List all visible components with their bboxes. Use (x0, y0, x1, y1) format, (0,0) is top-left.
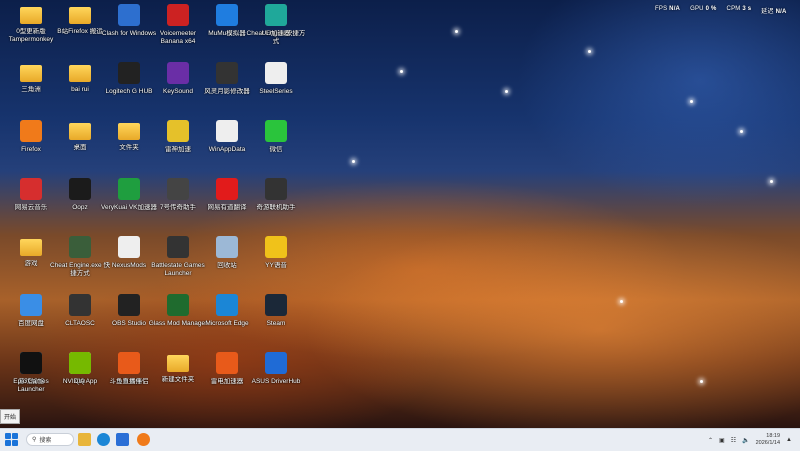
file-icon (216, 120, 238, 142)
desktop-icon[interactable]: Steam (245, 292, 307, 350)
taskbar-search-box[interactable]: ⚲ 搜索 (26, 433, 74, 446)
nvidia-icon (69, 352, 91, 374)
desktop-icon[interactable]: B站Firefox 搬运 (49, 2, 111, 60)
leidian-icon (216, 352, 238, 374)
asus-icon (265, 352, 287, 374)
desktop-icon[interactable]: SteelSeries (245, 60, 307, 118)
fps-readout: FPS N/A (655, 6, 681, 12)
search-placeholder: 搜索 (39, 438, 52, 444)
baidu-netdisk-icon (20, 294, 42, 316)
desktop-icon[interactable]: UU加速器 (245, 2, 307, 60)
obs-icon (118, 294, 140, 316)
desktop-icon-label: YY语音 (265, 262, 287, 269)
desktop-icon[interactable]: YY语音 (245, 234, 307, 292)
start-tooltip: 开始 (0, 409, 21, 424)
recycle-bin-icon (216, 236, 238, 258)
file-explorer-icon[interactable] (78, 433, 91, 446)
folder-icon (20, 7, 42, 24)
desktop-icon[interactable]: 斗鱼直播伴侣 (98, 350, 160, 408)
folder-icon (167, 355, 189, 372)
gmm-icon (167, 294, 189, 316)
youdao-icon (216, 178, 238, 200)
desktop-icon[interactable]: ASUS DriverHub (245, 350, 307, 408)
desktop-icon-label: B站Firefox 搬运 (57, 28, 103, 35)
keysound-icon (167, 62, 189, 84)
gauge-icon (167, 178, 189, 200)
qiyou-icon (265, 178, 287, 200)
game-icon (69, 294, 91, 316)
gpu-readout: GPU 0 % (690, 6, 717, 12)
yy-icon (265, 236, 287, 258)
store-icon[interactable] (116, 433, 129, 446)
start-button[interactable] (4, 432, 19, 447)
voicemeeter-icon (167, 4, 189, 26)
clock-date: 2026/1/14 (755, 440, 781, 446)
performance-overlay: FPS N/A GPU 0 % CPM 3 s 延迟 N/A (655, 6, 787, 15)
system-tray: ⌃ ▣ ☷ 🔈 18:19 2026/1/14 ▲ (708, 432, 792, 448)
desktop-icon-label: SteelSeries (259, 88, 293, 95)
folder-cyan-icon (118, 123, 140, 140)
desktop-icon[interactable]: 奇游联机助手 (245, 176, 307, 234)
folder-icon (20, 239, 42, 256)
clash-icon (118, 4, 140, 26)
folder-icon (20, 65, 42, 82)
folder-icon (69, 7, 91, 24)
taskbar: ⚲ 搜索 ⌃ ▣ ☷ 🔈 18:19 2026/1/14 ▲ (0, 428, 800, 451)
latency-readout: 延迟 N/A (761, 9, 787, 15)
logitech-icon (118, 62, 140, 84)
desktop-icon-label: ASUS DriverHub (251, 378, 301, 385)
clock[interactable]: 18:19 2026/1/14 (756, 433, 780, 447)
netease-music-icon (20, 178, 42, 200)
steelseries-icon (265, 62, 287, 84)
desktop-icon[interactable]: 微信 (245, 118, 307, 176)
volume-icon[interactable]: 🔈 (742, 437, 749, 444)
cheat-engine-exe-icon (69, 236, 91, 258)
file-icon (118, 236, 140, 258)
folder-icon (69, 123, 91, 140)
steam-icon (265, 294, 287, 316)
network-icon[interactable]: ☷ (731, 437, 736, 444)
firefox-icon (20, 120, 42, 142)
edge-icon (216, 294, 238, 316)
desktop-icon-label: 奇游联机助手 (256, 204, 296, 211)
mumu-icon (216, 4, 238, 26)
battlestate-icon (167, 236, 189, 258)
oopz-icon (69, 178, 91, 200)
desktop-icon-label: Steam (266, 320, 286, 327)
desktop-icon-label: UU加速器 (261, 30, 291, 37)
display-icon[interactable]: ▣ (719, 437, 725, 444)
douyu-icon (118, 352, 140, 374)
desktop-icon-label: 微信 (269, 146, 283, 153)
search-icon: ⚲ (32, 437, 37, 443)
chevron-up-icon[interactable]: ⌃ (708, 437, 713, 444)
wechat-icon (265, 120, 287, 142)
epic-icon (20, 352, 42, 374)
trainer-icon (216, 62, 238, 84)
uu-icon (265, 4, 287, 26)
folder-user-icon (69, 65, 91, 82)
edge-icon[interactable] (97, 433, 110, 446)
leishen-icon (167, 120, 189, 142)
clock-time: 18:19 (766, 433, 781, 439)
cpm-readout: CPM 3 s (726, 6, 752, 12)
desktop-icon-label: 斗鱼直播伴侣 (109, 378, 149, 385)
firefox-icon[interactable] (137, 433, 150, 446)
notification-icon[interactable]: ▲ (786, 437, 792, 443)
verykuai-icon (118, 178, 140, 200)
